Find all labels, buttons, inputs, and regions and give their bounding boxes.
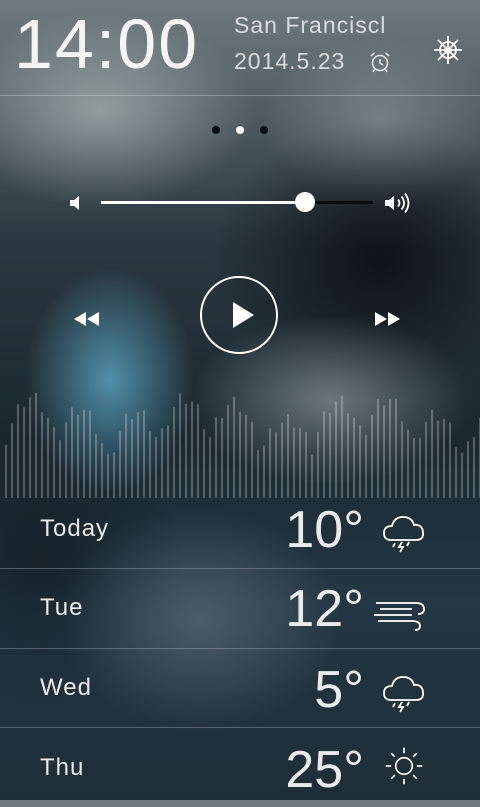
fast-forward-icon[interactable] [372,310,402,328]
alarm-clock-icon[interactable] [368,50,392,74]
volume-slider-fill [101,201,305,204]
forecast-temp: 10° [285,501,364,559]
volume-slider-handle[interactable] [295,192,315,212]
speaker-low-icon[interactable] [68,192,86,214]
wind-icon [374,602,425,631]
current-date: 2014.5.23 [234,48,346,74]
forecast-row-wed[interactable]: Wed 5° [0,648,480,727]
sun-icon [385,747,423,785]
forecast-day: Today [40,515,110,542]
play-button[interactable] [200,276,278,354]
play-icon [233,302,254,328]
thunderstorm-cloud-icon [383,676,425,713]
forecast-row-today[interactable]: Today 10° [0,490,480,569]
forecast-row-tue[interactable]: Tue 12° [0,569,480,648]
forecast-day: Wed [40,674,92,701]
ship-wheel-icon[interactable] [432,34,464,66]
header-divider [0,95,480,96]
page-dot-1[interactable] [212,126,220,134]
audio-equalizer-bars [5,392,480,498]
speaker-high-icon[interactable] [383,191,413,215]
forecast-row-thu[interactable]: Thu 25° [0,728,480,807]
thunderstorm-cloud-icon [383,516,425,553]
rewind-icon[interactable] [72,310,102,328]
forecast-day: Thu [40,754,85,781]
city-name[interactable]: San Franciscl [234,12,386,39]
page-dot-2[interactable] [236,126,244,134]
forecast-temp: 12° [285,580,364,638]
forecast-temp: 25° [285,741,364,799]
forecast-day: Tue [40,594,84,621]
forecast-temp: 5° [314,661,364,719]
page-dot-3[interactable] [260,126,268,134]
clock-time: 14:00 [14,5,200,83]
